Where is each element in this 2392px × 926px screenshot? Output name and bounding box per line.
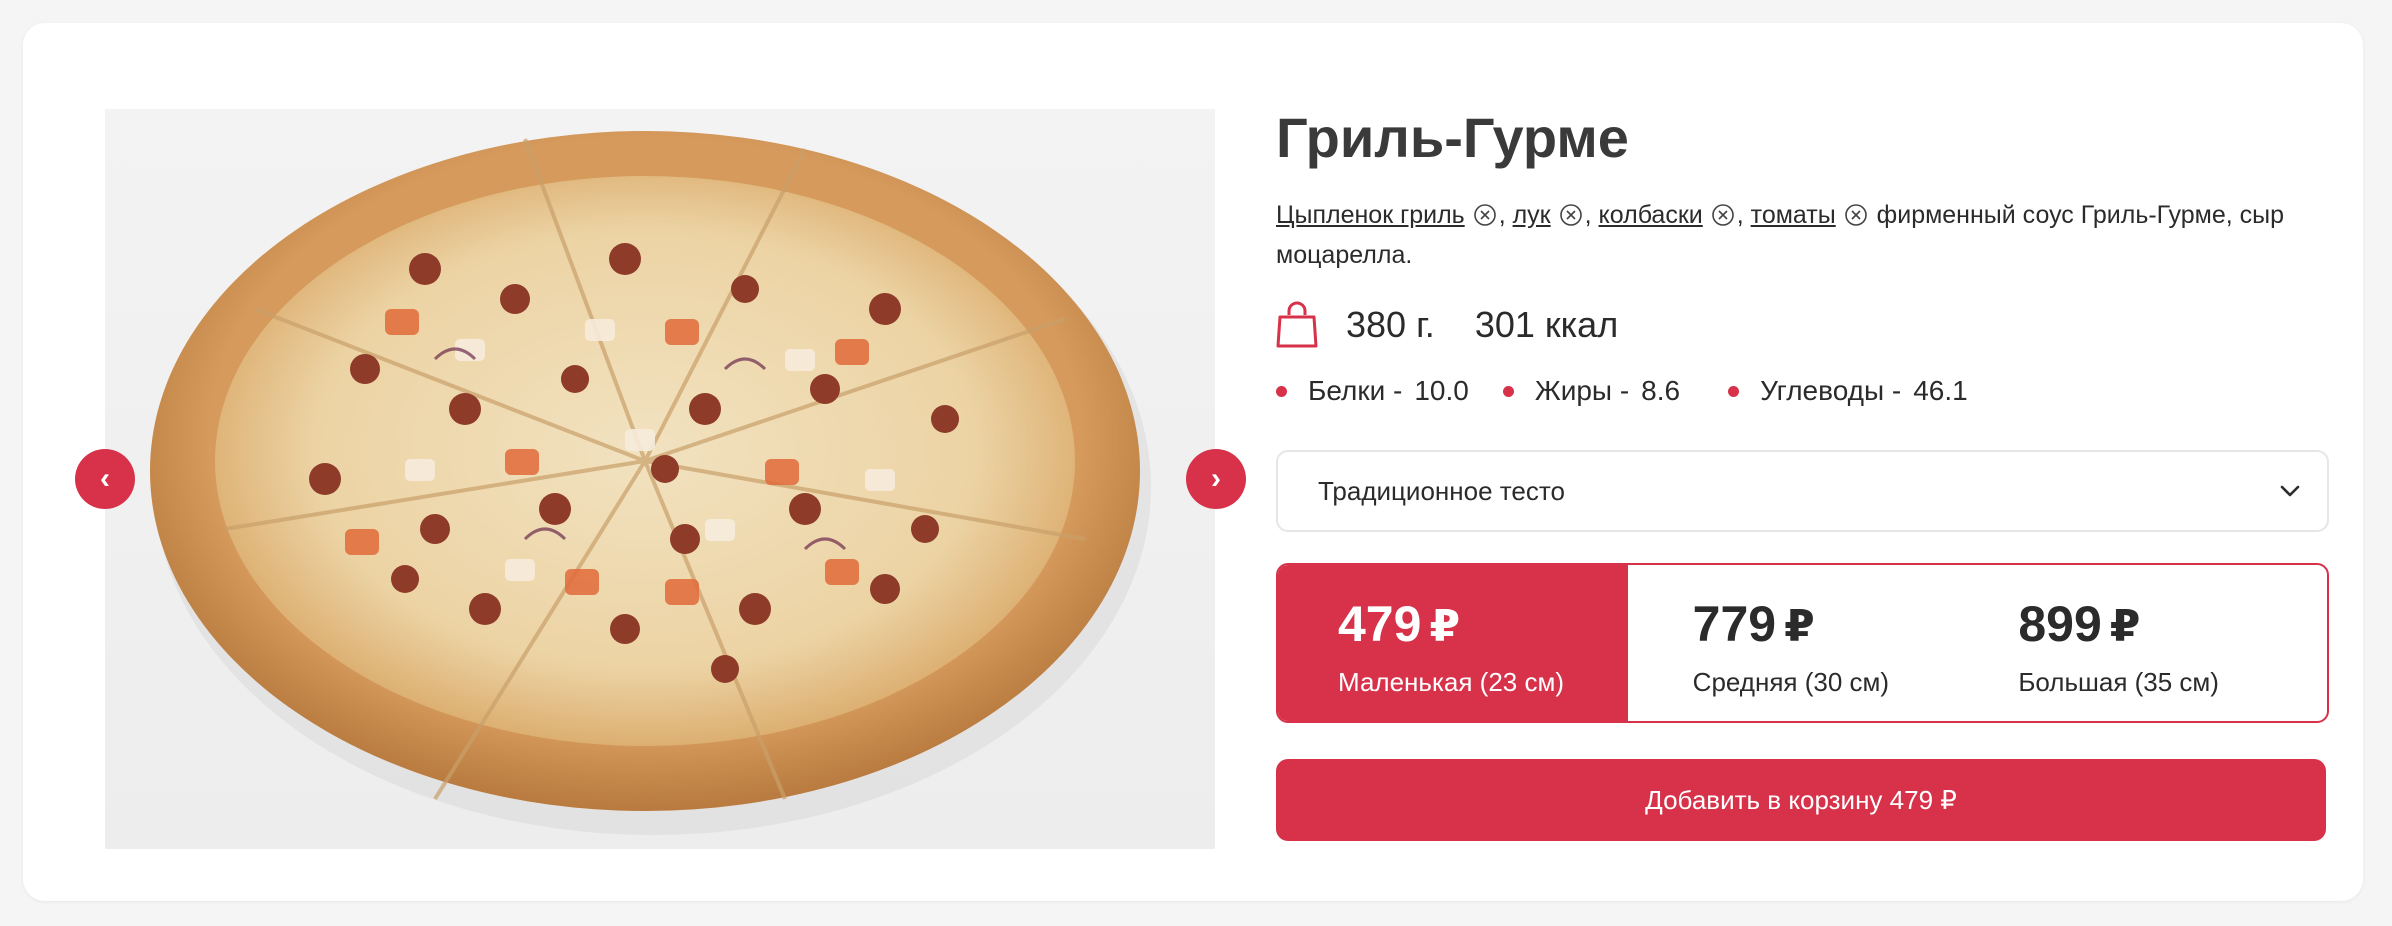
ingredient-link[interactable]: томаты <box>1751 201 1836 229</box>
bullet-dot <box>1728 385 1740 397</box>
size-price: 779 ₽ <box>1693 595 1815 653</box>
nutrition-label: Углеводы - <box>1760 375 1902 406</box>
dough-select[interactable]: Традиционное тесто <box>1276 450 2329 532</box>
add-to-cart-label: Добавить в корзину 479 ₽ <box>1645 784 1957 815</box>
chevron-right-icon: › <box>1211 462 1221 495</box>
pizza-image <box>150 131 1151 835</box>
nutrition-value: 10.0 <box>1414 375 1469 406</box>
size-label: Маленькая (23 см) <box>1338 667 1564 697</box>
product-image <box>105 109 1215 849</box>
size-label: Средняя (30 см) <box>1692 667 1890 697</box>
nutrition-value: 8.6 <box>1641 375 1681 406</box>
product-title: Гриль-Гурме <box>1276 106 1629 169</box>
size-option-large[interactable]: 899 ₽ Большая (35 см) <box>1974 565 2327 721</box>
dough-selected-value: Традиционное тесто <box>1318 475 1565 506</box>
product-calories: 301 ккал <box>1474 304 1619 345</box>
price-value: 899 <box>2018 596 2102 652</box>
ingredient-link[interactable]: лук <box>1513 201 1551 229</box>
nutrition-fat: Жиры - 8.6 <box>1502 375 1681 407</box>
remove-ingredient-icon[interactable] <box>1844 203 1868 227</box>
size-price: 899 ₽ <box>2018 595 2140 653</box>
remove-ingredient-icon[interactable] <box>1473 203 1497 227</box>
ingredient-separator: , <box>1736 201 1744 229</box>
nutrition-label: Белки - <box>1308 375 1403 406</box>
ingredients-list: Цыпленок гриль, лук, колбаски, томаты фи… <box>1276 195 2329 275</box>
currency-symbol: ₽ <box>1784 602 1815 651</box>
nutrition-value: 46.1 <box>1913 375 1968 406</box>
ingredient-separator: , <box>1584 201 1592 229</box>
size-price: 479 ₽ <box>1338 595 1460 653</box>
size-option-medium[interactable]: 779 ₽ Средняя (30 см) <box>1628 565 1975 721</box>
product-weight: 380 г. <box>1346 304 1435 345</box>
nutrition-facts: Белки - 10.0 Жиры - 8.6 Углеводы - 46.1 <box>1276 375 2002 407</box>
product-stats: 380 г. 301 ккал <box>1276 301 1618 349</box>
nutrition-protein: Белки - 10.0 <box>1276 375 1469 407</box>
ingredient-separator: , <box>1498 201 1506 229</box>
currency-symbol: ₽ <box>1429 602 1461 651</box>
add-to-cart-button[interactable]: Добавить в корзину 479 ₽ <box>1276 759 2326 841</box>
product-card: ‹ › Гриль-Гурме Цыпленок гриль, лук, кол… <box>23 23 2363 901</box>
size-selector: 479 ₽ Маленькая (23 см) 779 ₽ Средняя (30 … <box>1276 563 2329 723</box>
price-value: 479 <box>1338 596 1422 652</box>
remove-ingredient-icon[interactable] <box>1559 203 1583 227</box>
ingredient-link[interactable]: Цыпленок гриль <box>1276 201 1465 229</box>
price-value: 779 <box>1692 596 1777 652</box>
size-option-small[interactable]: 479 ₽ Маленькая (23 см) <box>1278 565 1628 721</box>
chevron-down-icon <box>2280 485 2300 497</box>
bullet-dot <box>1276 385 1287 397</box>
remove-ingredient-icon[interactable] <box>1711 203 1735 227</box>
gallery-next-button[interactable]: › <box>1186 449 1246 509</box>
nutrition-label: Жиры - <box>1534 375 1630 406</box>
gallery-prev-button[interactable]: ‹ <box>75 449 135 509</box>
chevron-left-icon: ‹ <box>100 462 110 495</box>
size-label: Большая (35 см) <box>2018 667 2219 697</box>
ingredient-link[interactable]: колбаски <box>1599 201 1703 229</box>
weight-bag-icon <box>1276 301 1318 348</box>
currency-symbol: ₽ <box>2109 602 2141 651</box>
bullet-dot <box>1502 385 1514 397</box>
nutrition-carbs: Углеводы - 46.1 <box>1728 375 1968 407</box>
